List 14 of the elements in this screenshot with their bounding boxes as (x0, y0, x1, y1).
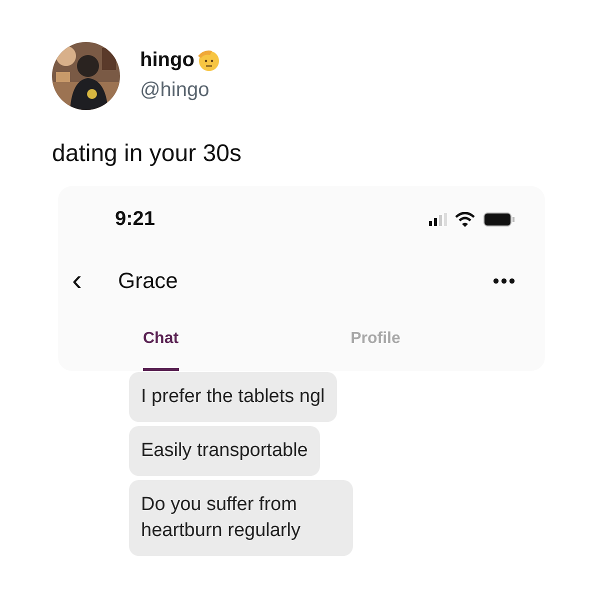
wifi-icon (455, 212, 475, 226)
saluting-face-icon (196, 48, 220, 72)
back-button[interactable]: ‹ (72, 266, 118, 296)
signal-icon (429, 212, 447, 226)
tweet-text: dating in your 30s (52, 140, 242, 168)
contact-name: Grace (118, 268, 179, 294)
message-bubble: I prefer the tablets ngl (129, 372, 337, 422)
battery-icon (483, 212, 515, 226)
status-time: 9:21 (115, 208, 156, 230)
more-icon[interactable] (493, 278, 515, 284)
message-bubble: Do you suffer from heartburn regularly (129, 480, 353, 556)
display-name: hingo (140, 48, 194, 72)
user-handle: @hingo (140, 79, 210, 102)
message-bubble: Easily transportable (129, 426, 320, 476)
